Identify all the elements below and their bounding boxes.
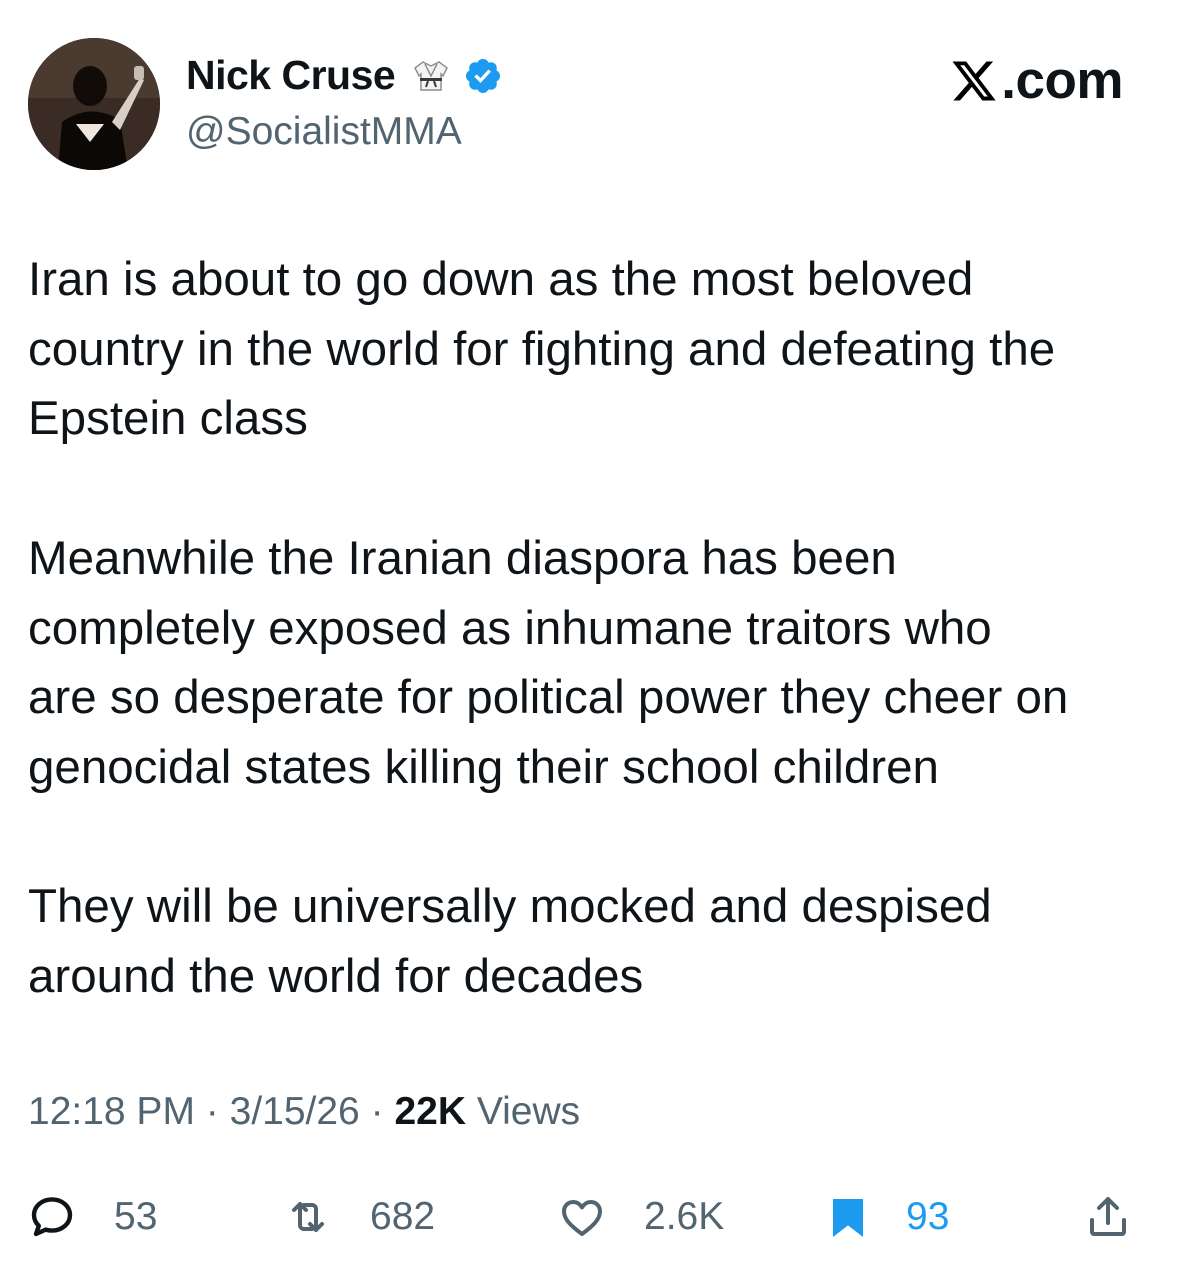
action-bar: 53 682 2.6K 93	[28, 1184, 1148, 1250]
bookmark-button[interactable]: 93	[824, 1184, 949, 1250]
tweet-line: Iran is about to go down as the most bel…	[28, 253, 974, 306]
display-name[interactable]: Nick Cruse	[186, 52, 396, 99]
tweet-line: are so desperate for political power the…	[28, 671, 1069, 725]
tweet-date[interactable]: 3/15/26	[230, 1090, 360, 1133]
bookmark-count: 93	[906, 1195, 950, 1238]
verified-badge-icon[interactable]	[463, 56, 503, 96]
name-row: Nick Cruse	[186, 52, 503, 99]
tweet-line: Epstein class	[28, 392, 308, 446]
like-button[interactable]: 2.6K	[558, 1184, 724, 1250]
like-icon	[562, 1200, 602, 1236]
x-logo-icon	[949, 57, 999, 105]
gi-icon	[411, 56, 451, 96]
views-label: Views	[476, 1090, 581, 1133]
avatar-photo	[28, 38, 160, 170]
tweet-meta: 12:18 PM · 3/15/26 · 22K Views	[28, 1090, 580, 1134]
share-icon	[1090, 1197, 1126, 1236]
repost-button[interactable]: 682	[284, 1184, 435, 1250]
views-count: 22K	[394, 1090, 466, 1133]
tweet-time[interactable]: 12:18 PM	[28, 1090, 195, 1133]
tweet-paragraph: Iran is about to go down as the most bel…	[28, 245, 1168, 454]
tweet-line: country in the world for fighting and de…	[28, 322, 1056, 376]
tweet-line: completely exposed as inhumane traitors …	[28, 601, 992, 655]
tweet-line: They will be universally mocked and desp…	[28, 880, 992, 934]
repost-icon	[292, 1202, 324, 1232]
reply-icon	[31, 1197, 73, 1237]
avatar[interactable]	[28, 38, 160, 170]
bookmark-icon	[833, 1199, 863, 1237]
tweet-paragraph: Meanwhile the Iranian diaspora has been …	[28, 524, 1168, 803]
meta-separator: ·	[205, 1090, 219, 1133]
share-button[interactable]	[1084, 1184, 1132, 1250]
tweet-line: Meanwhile the Iranian diaspora has been	[28, 531, 897, 585]
reply-button[interactable]: 53	[28, 1184, 157, 1250]
user-handle[interactable]: @SocialistMMA	[186, 110, 462, 154]
tweet-text: Iran is about to go down as the most bel…	[28, 245, 1168, 1081]
reply-count: 53	[114, 1195, 158, 1238]
repost-count: 682	[370, 1195, 436, 1238]
tweet-line: genocidal states killing their school ch…	[28, 740, 939, 794]
like-count: 2.6K	[644, 1195, 725, 1238]
tweet-line: around the world for decades	[28, 950, 644, 1003]
x-brand: .com	[949, 50, 1123, 111]
meta-separator: ·	[370, 1090, 384, 1133]
tweet-paragraph: They will be universally mocked and desp…	[28, 872, 1168, 1011]
brand-domain: .com	[1001, 51, 1123, 110]
